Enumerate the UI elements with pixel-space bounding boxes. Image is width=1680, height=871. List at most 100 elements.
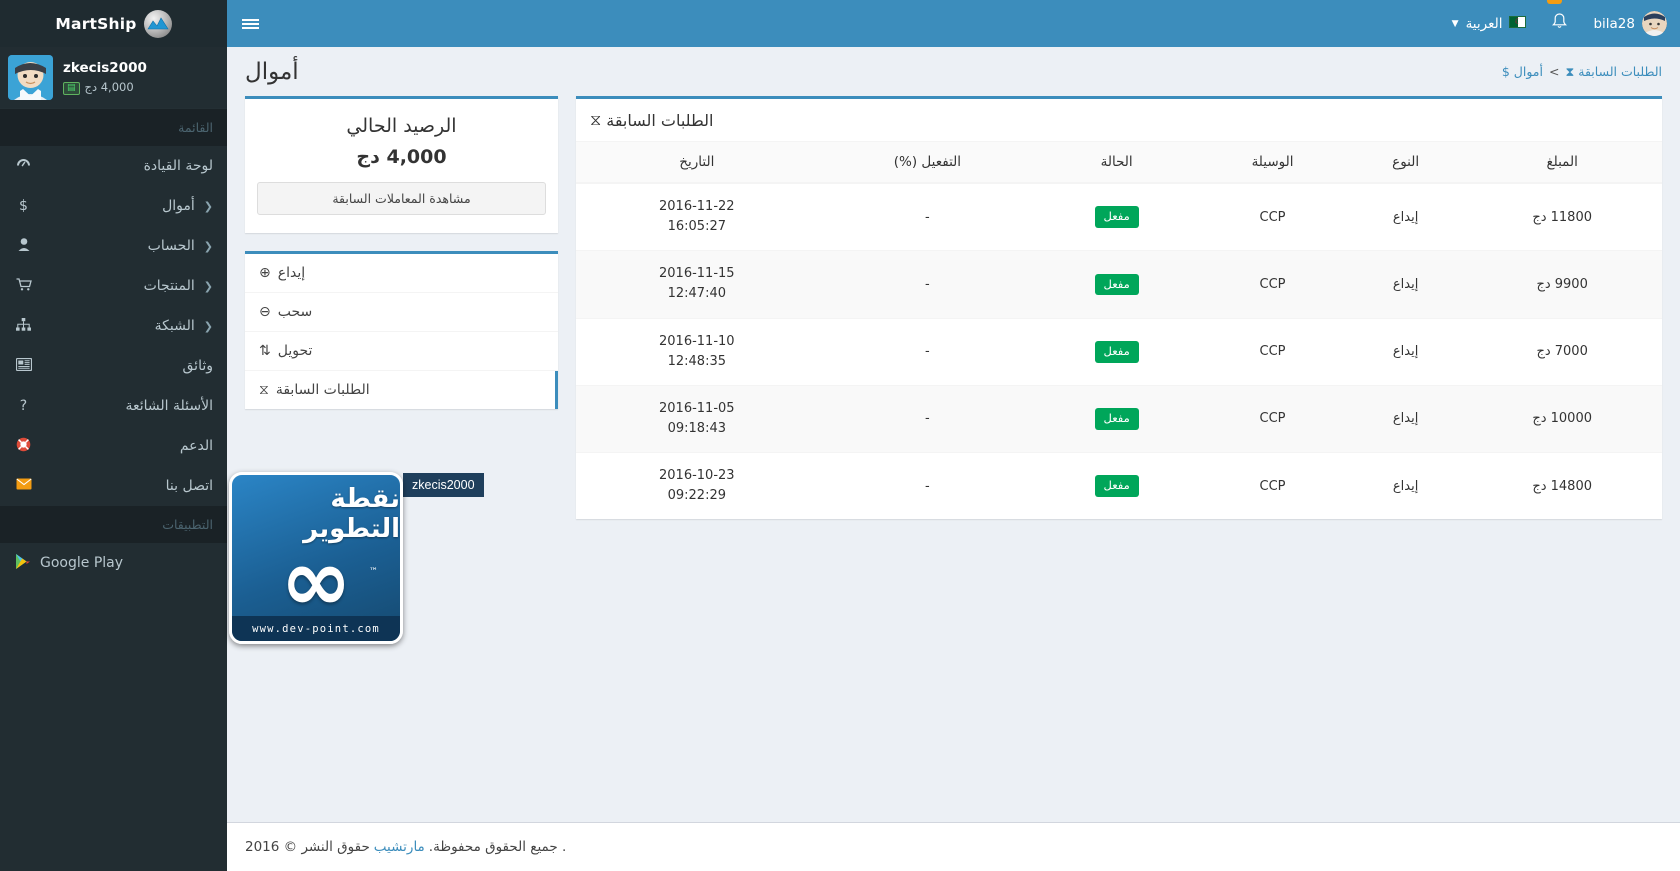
chevron-left-icon: ❮ bbox=[203, 279, 213, 293]
sidebar-brand[interactable]: MartShip bbox=[0, 0, 227, 47]
hourglass-icon: ⧗ bbox=[1565, 63, 1575, 79]
cell-activation: - bbox=[817, 384, 1038, 453]
user-menu-button[interactable]: bila28 bbox=[1580, 0, 1680, 47]
funds-nav-link-deposit[interactable]: ⊕ إيداع bbox=[245, 254, 558, 292]
content-header: أموال $ أموال > ⧗ الطلبات السابقة bbox=[227, 47, 1680, 96]
date-value: 2016-10-23 bbox=[659, 468, 735, 484]
sidebar-link-funds[interactable]: $ أموال ❮ bbox=[0, 186, 227, 226]
sidebar-link-support[interactable]: الدعم bbox=[0, 426, 227, 466]
cell-date: 2016-11-15 12:47:40 bbox=[576, 250, 818, 319]
sidebar-item-funds[interactable]: $ أموال ❮ bbox=[0, 186, 227, 226]
notifications-button[interactable]: 6 bbox=[1539, 0, 1580, 47]
funds-nav-link-transfer[interactable]: ⇅ تحويل bbox=[245, 332, 558, 370]
time-value: 16:05:27 bbox=[667, 219, 726, 235]
balance-panel: الرصيد الحالي 4,000 دج مشاهدة المعاملات … bbox=[245, 96, 558, 233]
sidebar-menu-header: القائمة bbox=[0, 109, 227, 146]
user-avatar-icon bbox=[8, 55, 53, 100]
sidebar-link-documents[interactable]: وثائق bbox=[0, 346, 227, 386]
cell-method: CCP bbox=[1196, 452, 1349, 520]
orders-table: المبلغ النوع الوسيلة الحالة التفعيل (%) … bbox=[576, 142, 1662, 520]
panel-header: ⧖ الطلبات السابقة bbox=[576, 99, 1662, 142]
cell-activation: - bbox=[817, 317, 1038, 386]
date-value: 2016-11-22 bbox=[659, 199, 735, 214]
funds-nav-item-deposit[interactable]: ⊕ إيداع bbox=[245, 254, 558, 293]
sidebar-link-products[interactable]: المنتجات ❮ bbox=[0, 266, 227, 306]
breadcrumb-current-link[interactable]: ⧗ الطلبات السابقة bbox=[1565, 64, 1662, 80]
sidebar-toggle-button[interactable] bbox=[227, 0, 273, 47]
column-header-method: الوسيلة bbox=[1196, 142, 1349, 184]
sidebar-link-dashboard[interactable]: لوحة القيادة bbox=[0, 146, 227, 186]
sitemap-icon bbox=[14, 317, 33, 335]
sidebar-link-network[interactable]: الشبكة ❮ bbox=[0, 306, 227, 346]
funds-nav-item-withdraw[interactable]: ⊖ سحب bbox=[245, 293, 558, 332]
sidebar-user-panel[interactable]: zkecis2000 ▤ 4,000 دج bbox=[0, 47, 227, 109]
sidebar-apps-header: التطبيقات bbox=[0, 506, 227, 543]
top-navbar: bila28 6 ☾ bbox=[227, 0, 1680, 47]
balance-card: الرصيد الحالي 4,000 دج مشاهدة المعاملات … bbox=[245, 99, 558, 233]
sidebar-item-documents[interactable]: وثائق bbox=[0, 346, 227, 386]
language-selector[interactable]: ☾ العربية ▼ bbox=[1439, 0, 1540, 47]
cell-amount: 9900 دج bbox=[1462, 250, 1662, 319]
time-value: 12:48:35 bbox=[667, 353, 726, 369]
sidebar: MartShip zkecis2000 ▤ 4,000 دج القائمة ل… bbox=[0, 0, 227, 871]
sidebar-username: zkecis2000 bbox=[63, 60, 147, 77]
sidebar-link-faq[interactable]: ? الأسئلة الشائعة bbox=[0, 386, 227, 426]
user-icon bbox=[14, 237, 33, 255]
balance-amount: 4,000 دج bbox=[356, 146, 447, 168]
sidebar-item-account[interactable]: الحساب ❮ bbox=[0, 226, 227, 266]
funds-nav-panel: ⊕ إيداع ⊖ سحب ⇅ تحويل ⧖ الطلبات السابقة bbox=[245, 251, 558, 409]
cell-activation: - bbox=[817, 250, 1038, 319]
time-value: 09:22:29 bbox=[667, 488, 726, 504]
cell-activation: - bbox=[817, 182, 1038, 251]
hourglass-icon: ⧖ bbox=[590, 110, 602, 129]
breadcrumb-current-label: الطلبات السابقة bbox=[1578, 64, 1662, 79]
status-badge: مفعل bbox=[1094, 340, 1139, 363]
user-avatar-icon bbox=[1642, 11, 1667, 36]
sidebar-item-label: الأسئلة الشائعة bbox=[125, 398, 214, 414]
cell-amount: 10000 دج bbox=[1462, 384, 1662, 453]
funds-nav-link-withdraw[interactable]: ⊖ سحب bbox=[245, 293, 558, 331]
cell-type: إيداع bbox=[1348, 317, 1463, 386]
watermark-username-tag: zkecis2000 bbox=[403, 473, 484, 497]
sidebar-menu: لوحة القيادة $ أموال ❮ الحساب ❮ المنتجات… bbox=[0, 146, 227, 506]
footer-brand-link[interactable]: مارتشيب bbox=[374, 839, 425, 855]
page-title: أموال bbox=[245, 58, 299, 85]
cell-status: مفعل bbox=[1037, 182, 1197, 251]
funds-nav-item-previous-orders[interactable]: ⧖ الطلبات السابقة bbox=[245, 371, 558, 409]
cell-amount: 7000 دج bbox=[1462, 317, 1662, 386]
column-header-date: التاريخ bbox=[576, 142, 818, 184]
sidebar-link-contact[interactable]: اتصل بنا bbox=[0, 466, 227, 506]
question-mark-icon: ? bbox=[19, 398, 28, 414]
cell-status: مفعل bbox=[1037, 317, 1197, 386]
view-transactions-button[interactable]: مشاهدة المعاملات السابقة bbox=[257, 182, 546, 215]
hamburger-icon bbox=[241, 17, 259, 31]
table-row: 14800 دج إيداع CCP مفعل - 2016-10-23 09:… bbox=[576, 452, 1662, 520]
sidebar-item-support[interactable]: الدعم bbox=[0, 426, 227, 466]
sidebar-item-network[interactable]: الشبكة ❮ bbox=[0, 306, 227, 346]
table-row: 11800 دج إيداع CCP مفعل - 2016-11-22 16:… bbox=[576, 182, 1662, 251]
envelope-icon bbox=[14, 478, 33, 494]
status-badge: مفعل bbox=[1094, 206, 1139, 229]
breadcrumb-root-link[interactable]: $ أموال bbox=[1502, 64, 1543, 79]
money-icon: ▤ bbox=[63, 81, 80, 95]
breadcrumb: $ أموال > ⧗ الطلبات السابقة bbox=[1502, 64, 1662, 80]
cell-date: 2016-10-23 09:22:29 bbox=[576, 452, 818, 520]
cell-type: إيداع bbox=[1348, 182, 1463, 251]
sidebar-item-contact[interactable]: اتصل بنا bbox=[0, 466, 227, 506]
funds-nav-label: سحب bbox=[277, 304, 313, 320]
main-area: bila28 6 ☾ bbox=[227, 0, 1680, 871]
sidebar-item-products[interactable]: المنتجات ❮ bbox=[0, 266, 227, 306]
content-area: ⧖ الطلبات السابقة المبلغ النوع الوسيلة ا… bbox=[227, 96, 1680, 822]
lifebuoy-icon bbox=[14, 437, 33, 456]
sidebar-item-faq[interactable]: ? الأسئلة الشائعة bbox=[0, 386, 227, 426]
funds-nav-link-previous-orders[interactable]: ⧖ الطلبات السابقة bbox=[245, 371, 555, 409]
sidebar-item-dashboard[interactable]: لوحة القيادة bbox=[0, 146, 227, 186]
table-row: 7000 دج إيداع CCP مفعل - 2016-11-10 12:4… bbox=[576, 317, 1662, 386]
funds-nav-item-transfer[interactable]: ⇅ تحويل bbox=[245, 332, 558, 371]
sidebar-link-account[interactable]: الحساب ❮ bbox=[0, 226, 227, 266]
sidebar-item-google-play[interactable]: Google Play bbox=[0, 543, 227, 583]
topbar-username: bila28 bbox=[1593, 15, 1635, 32]
panel-title-text: الطلبات السابقة bbox=[606, 110, 714, 130]
column-header-status: الحالة bbox=[1037, 142, 1197, 184]
column-header-activation: التفعيل (%) bbox=[817, 142, 1038, 184]
